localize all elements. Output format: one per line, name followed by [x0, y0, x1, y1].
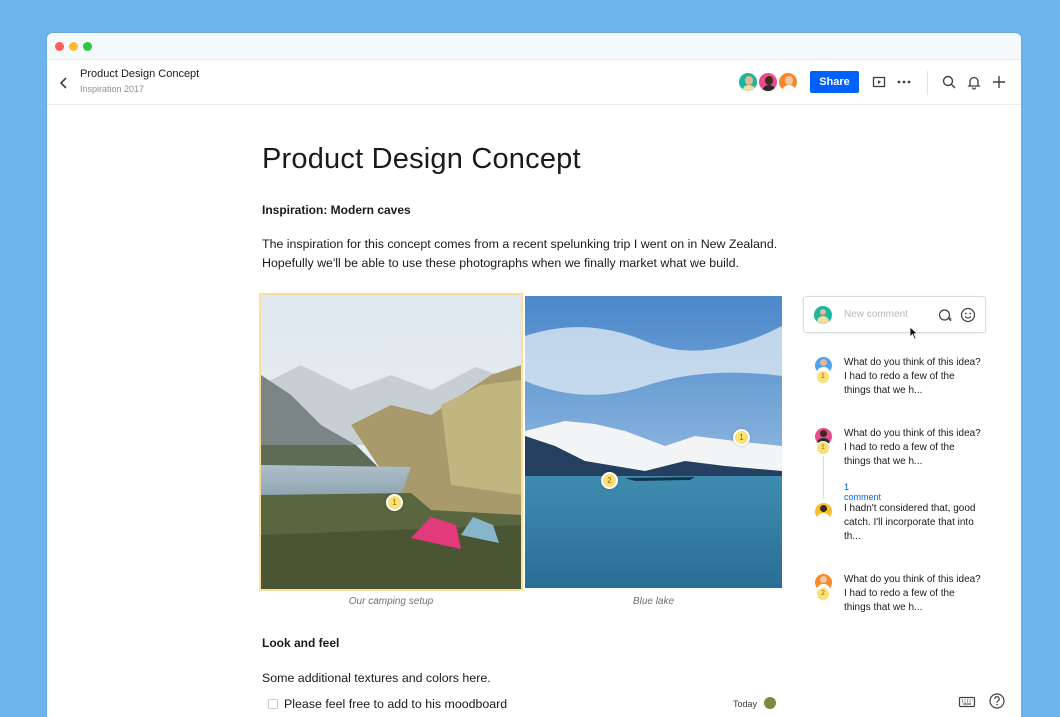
pin-badge: 1 [816, 441, 830, 455]
todo-text[interactable]: Please feel free to add to his moodboard [284, 697, 507, 711]
back-chevron-icon[interactable] [57, 75, 71, 91]
comment-text[interactable]: What do you think of this idea? I had to… [844, 427, 984, 469]
avatar[interactable] [757, 71, 779, 93]
annotation-pin[interactable]: 2 [601, 472, 618, 489]
photo-caption[interactable]: Our camping setup [261, 596, 521, 607]
avatar [814, 306, 832, 324]
doc-folder[interactable]: Inspiration 2017 [80, 84, 144, 94]
reply-text[interactable]: I hadn't considered that, good catch. I'… [844, 502, 984, 544]
new-comment-field[interactable]: New comment [803, 296, 986, 333]
app-window: Product Design Concept Inspiration 2017 … [47, 33, 1021, 717]
present-icon[interactable] [870, 73, 888, 91]
title-bar [47, 33, 1021, 60]
plus-icon[interactable] [990, 73, 1008, 91]
keyboard-icon[interactable] [958, 693, 976, 711]
minimize-window-button[interactable] [69, 42, 78, 51]
comment-text[interactable]: What do you think of this idea? I had to… [844, 573, 984, 615]
search-icon[interactable] [940, 73, 958, 91]
page-title[interactable]: Product Design Concept [262, 143, 581, 176]
share-button[interactable]: Share [810, 71, 859, 93]
help-icon[interactable] [988, 692, 1006, 710]
intro-paragraph[interactable]: The inspiration for this concept comes f… [262, 235, 822, 273]
emoji-icon[interactable] [959, 306, 977, 324]
annotation-pin[interactable]: 1 [733, 429, 750, 446]
camping-photo[interactable] [259, 293, 523, 591]
todo-checkbox[interactable] [268, 699, 278, 709]
mouse-cursor-icon [909, 326, 919, 340]
replies-link[interactable]: 1 comment [844, 482, 881, 502]
photo-caption[interactable]: Blue lake [525, 596, 782, 607]
bell-icon[interactable] [965, 73, 983, 91]
thread-connector [823, 456, 824, 498]
avatar [815, 503, 832, 520]
annotation-pin[interactable]: 1 [386, 494, 403, 511]
avatar[interactable] [737, 71, 759, 93]
doc-toolbar: Product Design Concept Inspiration 2017 … [47, 61, 1021, 105]
camping-landscape-image [261, 295, 521, 589]
avatar[interactable] [777, 71, 799, 93]
body-paragraph[interactable]: Some additional textures and colors here… [262, 671, 491, 685]
pin-badge: 1 [816, 370, 830, 384]
toolbar-divider [927, 71, 928, 95]
section-heading[interactable]: Inspiration: Modern caves [262, 203, 411, 217]
section-heading[interactable]: Look and feel [262, 636, 339, 650]
comment-text[interactable]: What do you think of this idea? I had to… [844, 356, 984, 398]
pin-badge: 2 [816, 587, 830, 601]
more-icon[interactable] [895, 73, 913, 91]
close-window-button[interactable] [55, 42, 64, 51]
due-date[interactable]: Today [733, 699, 757, 709]
comment-placeholder[interactable]: New comment [844, 309, 908, 320]
doc-title[interactable]: Product Design Concept [80, 68, 199, 80]
mention-icon[interactable] [936, 306, 954, 324]
zoom-window-button[interactable] [83, 42, 92, 51]
avatar[interactable] [764, 697, 776, 709]
